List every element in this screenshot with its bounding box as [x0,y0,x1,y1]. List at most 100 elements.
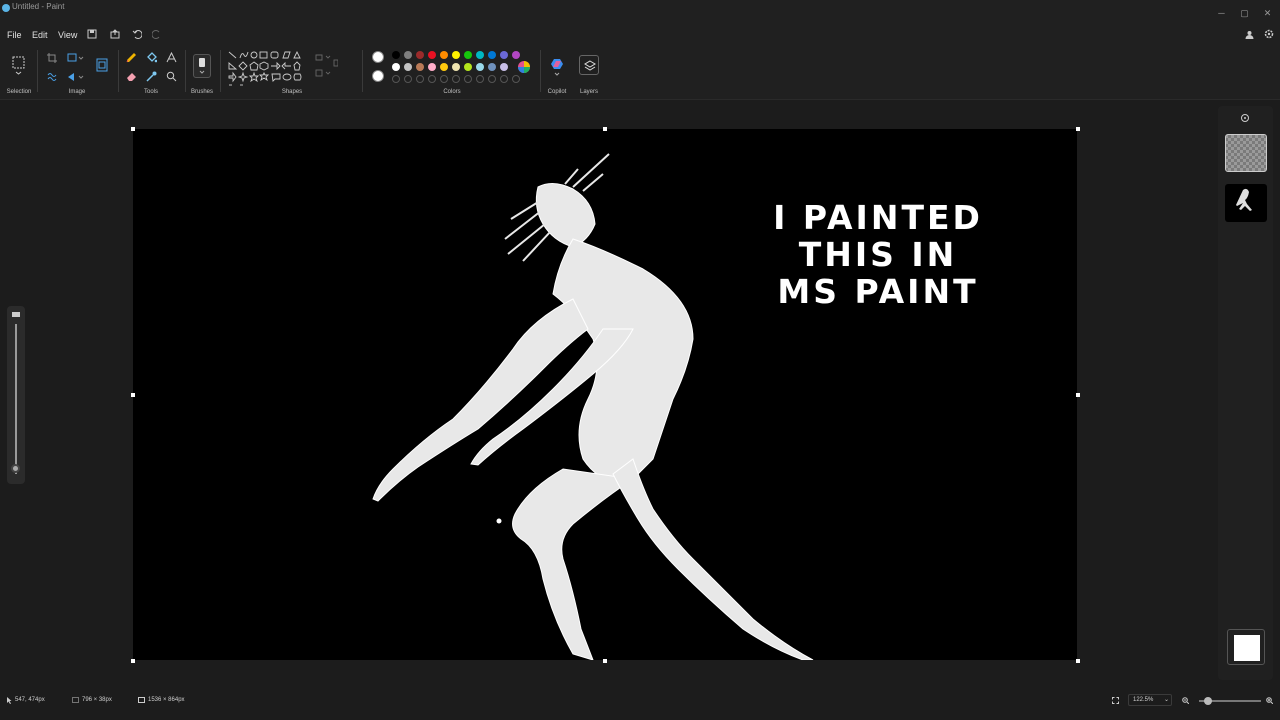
custom-color-slot[interactable] [476,75,484,83]
custom-color-slot[interactable] [416,75,424,83]
custom-color-slot[interactable] [452,75,460,83]
drawing-canvas[interactable]: I PAINTED THIS IN MS PAINT [133,129,1077,660]
resize-handle-top-right[interactable] [1076,127,1080,131]
copilot-icon[interactable] [550,58,564,76]
color-swatch[interactable] [452,63,460,71]
selection-size-icon [72,697,79,703]
crop-icon[interactable] [47,53,57,63]
menu-file[interactable]: File [7,30,22,40]
ribbon-divider [185,50,186,92]
resize-handle-right[interactable] [1076,393,1080,397]
color-swatch[interactable] [392,63,400,71]
resize-handle-top[interactable] [603,127,607,131]
custom-color-slot[interactable] [512,75,520,83]
eraser-icon[interactable] [126,71,137,82]
primary-color-swatch[interactable] [372,51,384,63]
color-swatch[interactable] [416,63,424,71]
minimize-button[interactable]: ─ [1210,0,1233,26]
account-icon[interactable] [1245,30,1254,39]
layers-icon [584,60,596,71]
shapes-gallery[interactable] [227,50,305,90]
resize-handle-bottom-left[interactable] [131,659,135,663]
text-tool-icon[interactable] [166,52,177,63]
pencil-icon[interactable] [126,52,137,63]
slider-thumb[interactable] [11,464,20,473]
window-title: Untitled - Paint [12,2,65,11]
zoom-in-icon[interactable] [1266,697,1273,704]
color-swatch[interactable] [488,51,496,59]
color-swatch[interactable] [428,51,436,59]
color-swatch[interactable] [476,63,484,71]
brushes-button[interactable] [193,54,211,78]
menu-edit[interactable]: Edit [32,30,48,40]
zoom-level-dropdown[interactable]: 122.5% ⌄ [1128,694,1172,706]
color-swatch[interactable] [404,63,412,71]
menu-bar: File Edit View [0,26,1280,44]
brushes-group-label: Brushes [190,89,213,95]
undo-icon[interactable] [132,29,142,39]
edit-colors-wheel-icon[interactable] [517,60,531,74]
color-swatch[interactable] [500,51,508,59]
menu-view[interactable]: View [58,30,77,40]
color-swatch[interactable] [428,63,436,71]
fit-to-window-icon[interactable] [1112,697,1119,704]
color-swatch[interactable] [512,51,520,59]
image-properties-icon[interactable] [96,58,108,72]
color-picker-icon[interactable] [146,71,157,82]
ribbon-divider [118,50,119,92]
background-color-button[interactable] [1227,629,1265,665]
color-swatch[interactable] [416,51,424,59]
color-swatch[interactable] [464,51,472,59]
selection-rectangle-icon[interactable] [12,56,26,76]
custom-color-slot[interactable] [428,75,436,83]
color-swatch[interactable] [440,51,448,59]
maximize-button[interactable]: ▢ [1233,0,1256,26]
shape-outline-fill-icons[interactable] [314,52,338,80]
custom-color-slot[interactable] [500,75,508,83]
redo-icon[interactable] [152,29,162,39]
ribbon-divider [362,50,363,92]
color-swatch[interactable] [488,63,496,71]
close-button[interactable]: ✕ [1256,0,1279,26]
magnifier-icon[interactable] [166,71,177,82]
slider-track [15,324,17,474]
save-icon[interactable] [87,29,97,39]
custom-color-slot[interactable] [392,75,400,83]
custom-color-slot[interactable] [404,75,412,83]
fill-bucket-icon[interactable] [146,52,157,63]
resize-handle-top-left[interactable] [131,127,135,131]
resize-icon[interactable] [67,53,85,63]
custom-color-slot[interactable] [440,75,448,83]
brush-icon [199,58,205,74]
layers-button[interactable] [579,55,599,75]
layer-thumbnail-text[interactable] [1225,134,1267,172]
color-swatch[interactable] [404,51,412,59]
secondary-color-swatch[interactable] [372,70,384,82]
zoom-slider-thumb[interactable] [1204,697,1212,705]
color-swatch[interactable] [464,63,472,71]
canvas-size: 1536 × 864px [148,697,185,703]
color-swatch[interactable] [476,51,484,59]
resize-handle-bottom-right[interactable] [1076,659,1080,663]
color-swatch[interactable] [500,63,508,71]
zoom-level-value: 122.5% [1133,697,1154,703]
settings-gear-icon[interactable] [1264,29,1274,39]
selection-size: 796 × 38px [82,697,112,703]
status-bar: 547, 474px 796 × 38px 1536 × 864px 122.5… [0,692,1280,708]
add-layer-icon[interactable] [1240,113,1250,123]
paint-app-icon [2,4,10,12]
color-swatch[interactable] [440,63,448,71]
color-swatch[interactable] [392,51,400,59]
rotate-flip-icon[interactable] [67,72,85,82]
custom-color-slot[interactable] [488,75,496,83]
remove-background-icon[interactable] [47,72,57,82]
resize-handle-bottom[interactable] [603,659,607,663]
zoom-out-icon[interactable] [1182,697,1189,704]
title-bar: Untitled - Paint ─ ▢ ✕ [0,0,1280,26]
layer-thumbnail-painting[interactable] [1225,184,1267,222]
brush-size-slider[interactable] [7,306,25,484]
color-swatch[interactable] [452,51,460,59]
resize-handle-left[interactable] [131,393,135,397]
custom-color-slot[interactable] [464,75,472,83]
share-icon[interactable] [110,29,120,39]
